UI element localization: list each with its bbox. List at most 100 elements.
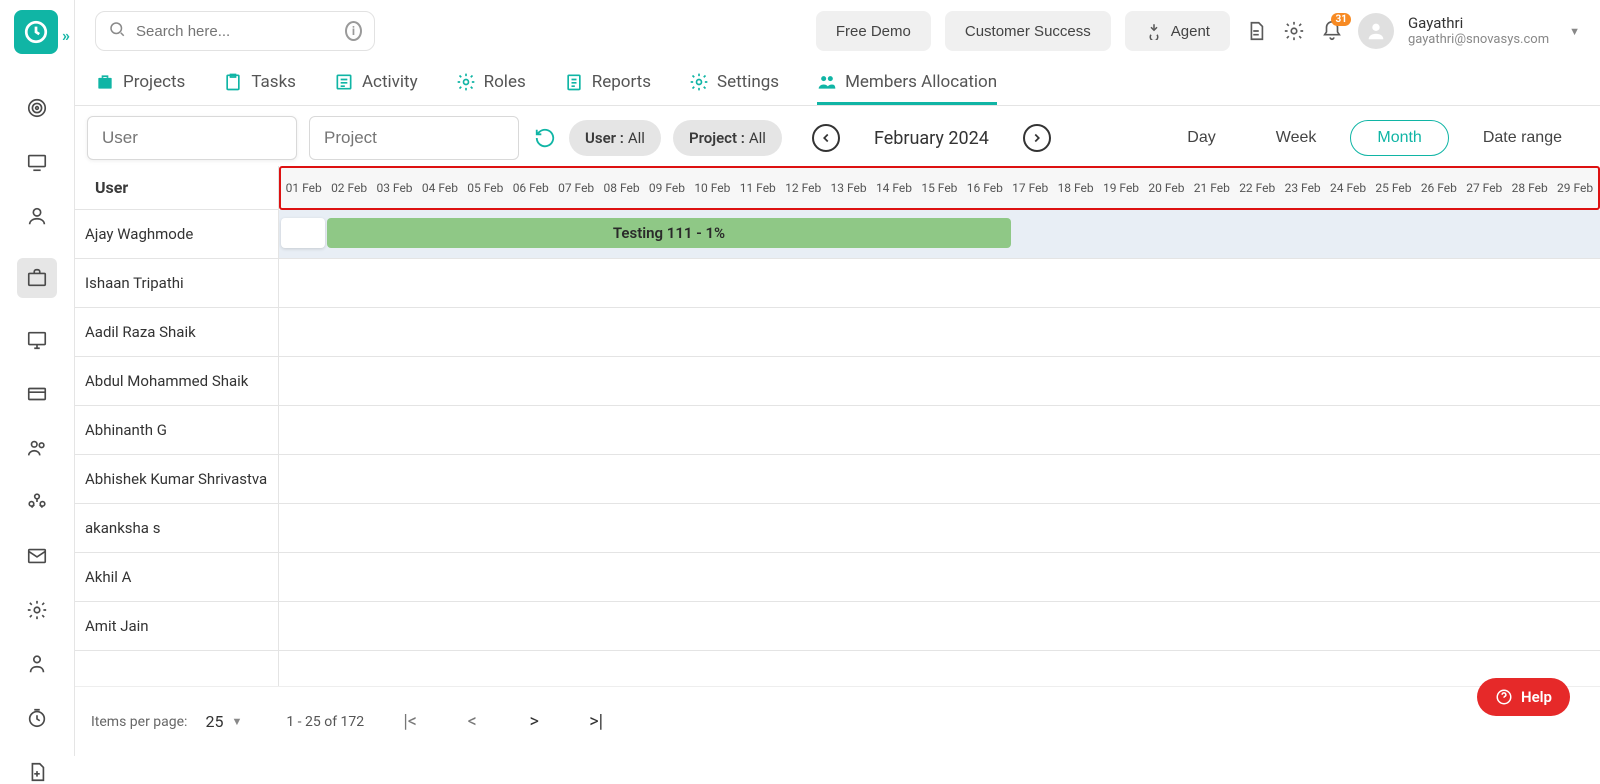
- notification-badge: 31: [1331, 13, 1350, 26]
- view-day-button[interactable]: Day: [1161, 120, 1241, 156]
- allocation-row: [279, 602, 1600, 651]
- user-row[interactable]: Amit Jain: [75, 602, 278, 651]
- rail-file-icon[interactable]: [25, 760, 49, 784]
- date-header-cell: 07 Feb: [553, 168, 598, 208]
- user-block[interactable]: Gayathri gayathri@snovasys.com: [1408, 14, 1549, 48]
- date-header-cell: 03 Feb: [372, 168, 417, 208]
- date-header-cell: 04 Feb: [417, 168, 462, 208]
- search-input[interactable]: [136, 23, 335, 40]
- pagination-footer: Items per page: 25▼ 1 - 25 of 172 |< < >…: [75, 686, 1600, 756]
- prev-page-button[interactable]: <: [456, 706, 488, 738]
- date-header-cell: 18 Feb: [1053, 168, 1098, 208]
- filter-row: User :All Project :All February 2024 Day…: [75, 110, 1600, 166]
- next-period-button[interactable]: [1023, 124, 1051, 152]
- user-row[interactable]: akanksha s: [75, 504, 278, 553]
- date-header-cell: 22 Feb: [1235, 168, 1280, 208]
- allocation-row: [279, 357, 1600, 406]
- allocation-row: [279, 259, 1600, 308]
- date-header-cell: 05 Feb: [463, 168, 508, 208]
- date-header-cell: 28 Feb: [1507, 168, 1552, 208]
- user-row[interactable]: Aadil Raza Shaik: [75, 308, 278, 357]
- last-page-button[interactable]: >|: [580, 706, 612, 738]
- date-header-cell: 01 Feb: [281, 168, 326, 208]
- tab-settings[interactable]: Settings: [689, 62, 779, 105]
- user-row[interactable]: Ishaan Tripathi: [75, 259, 278, 308]
- first-page-button[interactable]: |<: [394, 706, 426, 738]
- allocation-row: [279, 406, 1600, 455]
- free-demo-button[interactable]: Free Demo: [816, 11, 931, 51]
- user-filter-chip[interactable]: User :All: [569, 120, 661, 156]
- customer-success-button[interactable]: Customer Success: [945, 11, 1111, 51]
- user-row[interactable]: Abdul Mohammed Shaik: [75, 357, 278, 406]
- reset-filters-icon[interactable]: [533, 126, 557, 150]
- document-icon[interactable]: [1244, 19, 1268, 43]
- date-header: 01 Feb02 Feb03 Feb04 Feb05 Feb06 Feb07 F…: [279, 166, 1600, 210]
- avatar[interactable]: [1358, 13, 1394, 49]
- rail-people-icon[interactable]: [25, 436, 49, 460]
- tab-tasks[interactable]: Tasks: [223, 62, 296, 105]
- user-name: Gayathri: [1408, 14, 1549, 32]
- rail-desktop-icon[interactable]: [25, 328, 49, 352]
- tab-roles[interactable]: Roles: [456, 62, 526, 105]
- date-header-cell: 09 Feb: [644, 168, 689, 208]
- tab-activity[interactable]: Activity: [334, 62, 418, 105]
- sidebar-expand-icon[interactable]: »: [62, 26, 70, 45]
- project-filter-input[interactable]: [309, 116, 519, 160]
- allocation-row: [279, 455, 1600, 504]
- date-header-cell: 10 Feb: [690, 168, 735, 208]
- rail-user2-icon[interactable]: [25, 652, 49, 676]
- allocation-row: [279, 553, 1600, 602]
- user-row[interactable]: Ajay Waghmode: [75, 210, 278, 259]
- user-menu-caret-icon[interactable]: ▼: [1569, 25, 1580, 38]
- items-per-page-select[interactable]: 25▼: [205, 712, 242, 731]
- rail-clock-icon[interactable]: [25, 706, 49, 730]
- notifications-icon[interactable]: 31: [1320, 19, 1344, 43]
- date-header-cell: 29 Feb: [1552, 168, 1597, 208]
- period-label: February 2024: [874, 128, 989, 149]
- project-filter-chip[interactable]: Project :All: [673, 120, 782, 156]
- help-button[interactable]: Help: [1477, 678, 1570, 716]
- date-header-cell: 02 Feb: [326, 168, 371, 208]
- view-week-button[interactable]: Week: [1250, 120, 1343, 156]
- tab-members-allocation[interactable]: Members Allocation: [817, 62, 997, 105]
- date-header-cell: 15 Feb: [917, 168, 962, 208]
- app-logo[interactable]: [14, 10, 58, 54]
- user-row[interactable]: Abhishek Kumar Shrivastva: [75, 455, 278, 504]
- rail-briefcase-icon[interactable]: [17, 258, 57, 298]
- tab-projects[interactable]: Projects: [95, 62, 185, 105]
- user-filter-input[interactable]: [87, 116, 297, 160]
- rail-monitor-icon[interactable]: [25, 150, 49, 174]
- user-row[interactable]: Abhinanth G: [75, 406, 278, 455]
- date-header-cell: 13 Feb: [826, 168, 871, 208]
- allocation-bar-empty[interactable]: [281, 218, 325, 248]
- date-header-cell: 24 Feb: [1325, 168, 1370, 208]
- date-header-cell: 17 Feb: [1008, 168, 1053, 208]
- allocation-bar[interactable]: Testing 111 - 1%: [327, 218, 1011, 248]
- info-icon[interactable]: i: [345, 21, 362, 41]
- date-header-cell: 14 Feb: [871, 168, 916, 208]
- date-header-cell: 25 Feb: [1371, 168, 1416, 208]
- rail-team-icon[interactable]: [25, 490, 49, 514]
- view-daterange-button[interactable]: Date range: [1457, 120, 1588, 156]
- allocation-row: [279, 504, 1600, 553]
- next-page-button[interactable]: >: [518, 706, 550, 738]
- date-header-cell: 16 Feb: [962, 168, 1007, 208]
- search-icon: [108, 20, 126, 42]
- rail-target-icon[interactable]: [25, 96, 49, 120]
- view-mode-group: Day Week Month Date range: [1161, 120, 1588, 156]
- settings-gear-icon[interactable]: [1282, 19, 1306, 43]
- date-header-cell: 19 Feb: [1098, 168, 1143, 208]
- agent-button[interactable]: Agent: [1125, 11, 1230, 51]
- prev-period-button[interactable]: [812, 124, 840, 152]
- rail-person-icon[interactable]: [25, 204, 49, 228]
- allocation-grid: User Ajay WaghmodeIshaan TripathiAadil R…: [75, 166, 1600, 686]
- allocation-row: [279, 308, 1600, 357]
- rail-card-icon[interactable]: [25, 382, 49, 406]
- tab-reports[interactable]: Reports: [564, 62, 651, 105]
- rail-gear-icon[interactable]: [25, 598, 49, 622]
- view-month-button[interactable]: Month: [1350, 120, 1448, 156]
- rail-mail-icon[interactable]: [25, 544, 49, 568]
- date-header-cell: 06 Feb: [508, 168, 553, 208]
- user-row[interactable]: Akhil A: [75, 553, 278, 602]
- date-header-cell: 26 Feb: [1416, 168, 1461, 208]
